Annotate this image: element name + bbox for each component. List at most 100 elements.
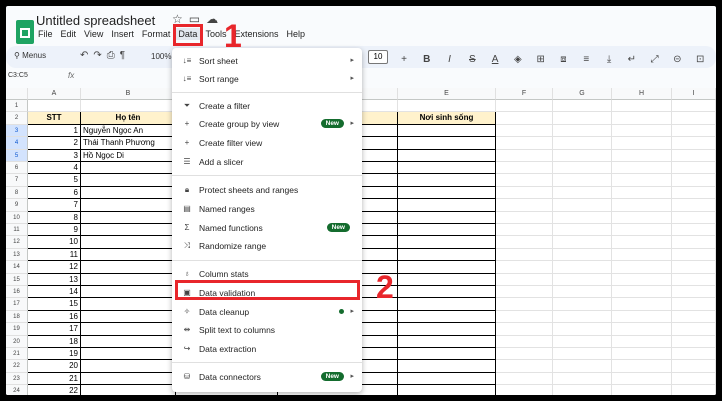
cell[interactable]	[553, 199, 612, 212]
cell[interactable]	[398, 211, 496, 224]
cell[interactable]: Thái Thanh Phương	[81, 137, 176, 150]
cell[interactable]	[612, 211, 672, 224]
cell[interactable]: 4	[28, 162, 81, 175]
cell[interactable]	[398, 248, 496, 262]
cell[interactable]	[81, 323, 176, 336]
row-header[interactable]: 7	[6, 174, 28, 187]
cell[interactable]	[81, 236, 176, 249]
cell[interactable]	[553, 149, 612, 162]
cell[interactable]	[398, 261, 496, 274]
row-header[interactable]: 11	[6, 224, 28, 237]
cell[interactable]: 10	[28, 236, 81, 249]
cell[interactable]	[496, 236, 553, 249]
cell[interactable]	[81, 348, 176, 361]
cell[interactable]	[496, 323, 553, 336]
cell[interactable]	[553, 348, 612, 361]
cell[interactable]	[672, 261, 716, 274]
cell[interactable]	[496, 162, 553, 175]
cell[interactable]	[398, 298, 496, 311]
cell[interactable]	[398, 149, 496, 162]
row-header[interactable]: 19	[6, 323, 28, 336]
header-cell-ho-ten[interactable]: Họ tên	[81, 112, 176, 125]
row-header[interactable]: 16	[6, 286, 28, 299]
cell[interactable]	[398, 273, 496, 286]
zoom-select[interactable]: 100%	[151, 52, 171, 61]
row-header[interactable]: 21	[6, 348, 28, 361]
column-header-e[interactable]: E	[398, 88, 496, 100]
cell[interactable]	[612, 162, 672, 175]
cell[interactable]: 3	[28, 149, 81, 162]
cell[interactable]	[672, 137, 716, 150]
cell[interactable]: 9	[28, 224, 81, 237]
row-header[interactable]: 1	[6, 100, 28, 113]
cell[interactable]	[553, 360, 612, 373]
bold-icon[interactable]: B	[417, 54, 437, 65]
row-header[interactable]: 5	[6, 149, 28, 162]
row-header[interactable]: 17	[6, 298, 28, 311]
cell[interactable]	[553, 137, 612, 150]
menu-item-add-slicer[interactable]: ☰ Add a slicer	[172, 153, 362, 171]
link-icon[interactable]: ⊝	[667, 54, 687, 65]
merge-icon[interactable]: ⧈	[553, 54, 573, 65]
cell[interactable]	[81, 273, 176, 286]
cell[interactable]	[496, 360, 553, 373]
cell[interactable]	[81, 211, 176, 224]
cell[interactable]	[81, 298, 176, 311]
cell[interactable]: 16	[28, 310, 81, 324]
cell[interactable]	[672, 224, 716, 237]
cell[interactable]: Nguyễn Ngọc An	[81, 124, 176, 138]
cell[interactable]	[553, 224, 612, 237]
menu-item-sort-sheet[interactable]: ↓≡ Sort sheet ▸	[172, 52, 362, 70]
cell[interactable]	[496, 186, 553, 200]
menu-file[interactable]: File	[34, 28, 57, 40]
cell[interactable]	[81, 261, 176, 274]
row-header[interactable]: 2	[6, 112, 28, 125]
header-cell-stt[interactable]: STT	[28, 112, 81, 125]
row-header[interactable]: 4	[6, 137, 28, 150]
cell[interactable]	[672, 174, 716, 187]
cell[interactable]: 12	[28, 261, 81, 274]
cell[interactable]	[612, 360, 672, 373]
cell[interactable]	[672, 286, 716, 299]
cell[interactable]	[612, 224, 672, 237]
cell[interactable]	[612, 149, 672, 162]
cell[interactable]	[496, 112, 553, 125]
menu-insert[interactable]: Insert	[107, 28, 138, 40]
cell[interactable]	[81, 174, 176, 187]
cell[interactable]	[672, 162, 716, 175]
cell[interactable]: Hồ Ngọc Di	[81, 149, 176, 162]
cell[interactable]	[553, 100, 612, 113]
cell[interactable]	[81, 186, 176, 200]
cell[interactable]: 1	[28, 124, 81, 138]
chart-icon[interactable]: ▥	[713, 54, 716, 65]
cell[interactable]	[672, 211, 716, 224]
cell[interactable]	[81, 372, 176, 386]
name-box[interactable]: C3:C5	[8, 72, 28, 79]
cell[interactable]	[496, 335, 553, 348]
cell[interactable]	[612, 335, 672, 348]
row-header[interactable]: 20	[6, 335, 28, 348]
cell[interactable]: 21	[28, 372, 81, 386]
menu-item-split-text[interactable]: ⇹ Split text to columns	[172, 321, 362, 339]
cell[interactable]	[81, 360, 176, 373]
cell[interactable]	[672, 298, 716, 311]
column-header-g[interactable]: G	[553, 88, 612, 100]
cell[interactable]: 7	[28, 199, 81, 212]
cell[interactable]: 11	[28, 248, 81, 262]
cell[interactable]	[612, 174, 672, 187]
cell[interactable]	[672, 310, 716, 324]
cell[interactable]	[612, 248, 672, 262]
strikethrough-icon[interactable]: S	[462, 54, 482, 65]
cell[interactable]	[553, 310, 612, 324]
menu-view[interactable]: View	[80, 28, 107, 40]
cell[interactable]	[672, 100, 716, 113]
cell[interactable]	[612, 112, 672, 125]
row-header[interactable]: 10	[6, 211, 28, 224]
cell[interactable]	[496, 199, 553, 212]
cell[interactable]	[612, 385, 672, 395]
cell[interactable]	[496, 372, 553, 386]
cell[interactable]	[553, 236, 612, 249]
cell[interactable]	[496, 137, 553, 150]
font-size-input[interactable]: 10	[368, 50, 388, 64]
cell[interactable]	[612, 261, 672, 274]
